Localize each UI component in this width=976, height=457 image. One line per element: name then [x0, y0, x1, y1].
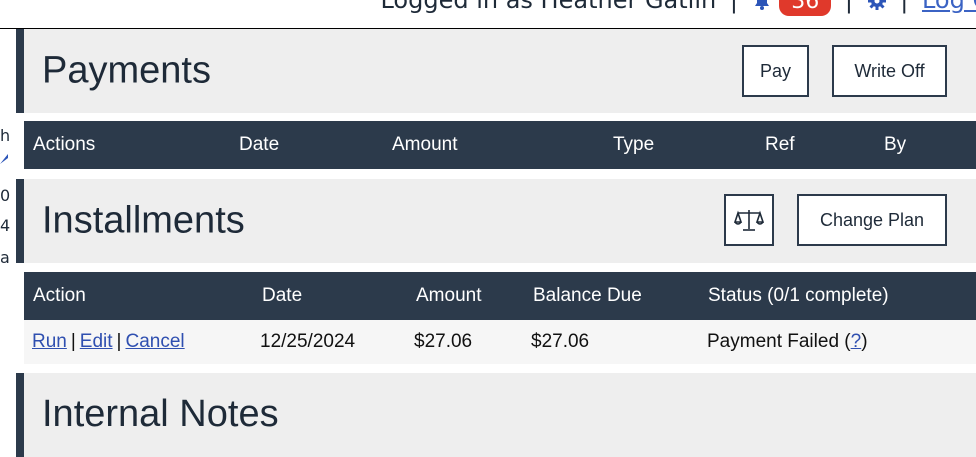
column-header-amount: Amount: [416, 285, 482, 306]
status-text: Payment Failed (: [707, 331, 851, 352]
row-status: Payment Failed (?): [707, 331, 868, 353]
payments-title: Payments: [42, 49, 211, 92]
internal-notes-header: Internal Notes: [16, 373, 976, 457]
top-bar: Logged in as Heather Gatlin | 36 | | Log…: [0, 0, 976, 29]
column-header-amount: Amount: [392, 134, 458, 155]
column-header-actions: Actions: [33, 134, 96, 155]
bell-icon[interactable]: [752, 0, 772, 11]
clipped-text: a: [0, 248, 10, 267]
separator: |: [70, 331, 76, 352]
gear-icon[interactable]: [867, 0, 887, 11]
installments-title: Installments: [42, 199, 245, 242]
row-actions: Run | Edit | Cancel: [32, 331, 185, 353]
installments-header: Installments Change Plan: [16, 179, 976, 263]
column-header-by: By: [884, 134, 907, 155]
column-header-balance-due: Balance Due: [533, 285, 642, 306]
clipped-icon: [0, 154, 8, 164]
user-status: Logged in as Heather Gatlin | 36 | | Log…: [380, 0, 976, 16]
clipped-text: 0: [0, 186, 11, 205]
installments-table-header: Action Date Amount Balance Due Status (0…: [24, 272, 976, 320]
separator: |: [844, 0, 853, 14]
separator: |: [900, 0, 909, 14]
column-header-date: Date: [262, 285, 303, 306]
edit-link[interactable]: Edit: [80, 331, 113, 352]
change-plan-button[interactable]: Change Plan: [797, 194, 947, 246]
separator: |: [116, 331, 122, 352]
left-clipped-column: h 0 4 a: [0, 28, 16, 404]
payments-header: Payments Pay Write Off: [16, 29, 976, 113]
status-close: ): [861, 331, 868, 352]
cancel-link[interactable]: Cancel: [125, 331, 184, 352]
clipped-text: 4: [0, 216, 11, 235]
logged-in-text: Logged in as Heather Gatlin: [380, 0, 717, 14]
status-help-link[interactable]: ?: [851, 331, 862, 352]
row-amount: $27.06: [414, 331, 473, 352]
row-balance-due: $27.06: [531, 331, 590, 352]
pay-button[interactable]: Pay: [742, 45, 809, 97]
column-header-date: Date: [239, 134, 280, 155]
write-off-button[interactable]: Write Off: [832, 45, 947, 97]
column-header-status: Status (0/1 complete): [708, 285, 889, 306]
column-header-type: Type: [613, 134, 655, 155]
notification-badge[interactable]: 36: [779, 0, 832, 16]
balance-scale-icon: [734, 210, 764, 231]
row-date: 12/25/2024: [260, 331, 356, 352]
separator: |: [729, 0, 738, 14]
balance-scale-button[interactable]: [724, 194, 774, 246]
run-link[interactable]: Run: [32, 331, 67, 352]
column-header-action: Action: [33, 285, 86, 306]
table-row: Run | Edit | Cancel 12/25/2024 $27.06 $27.06…: [24, 320, 976, 364]
clipped-text: h: [0, 126, 11, 145]
payments-table-header: Actions Date Amount Type Ref By: [24, 121, 976, 169]
logout-link[interactable]: Log Out: [922, 0, 976, 14]
column-header-ref: Ref: [765, 134, 795, 155]
internal-notes-title: Internal Notes: [42, 393, 279, 435]
